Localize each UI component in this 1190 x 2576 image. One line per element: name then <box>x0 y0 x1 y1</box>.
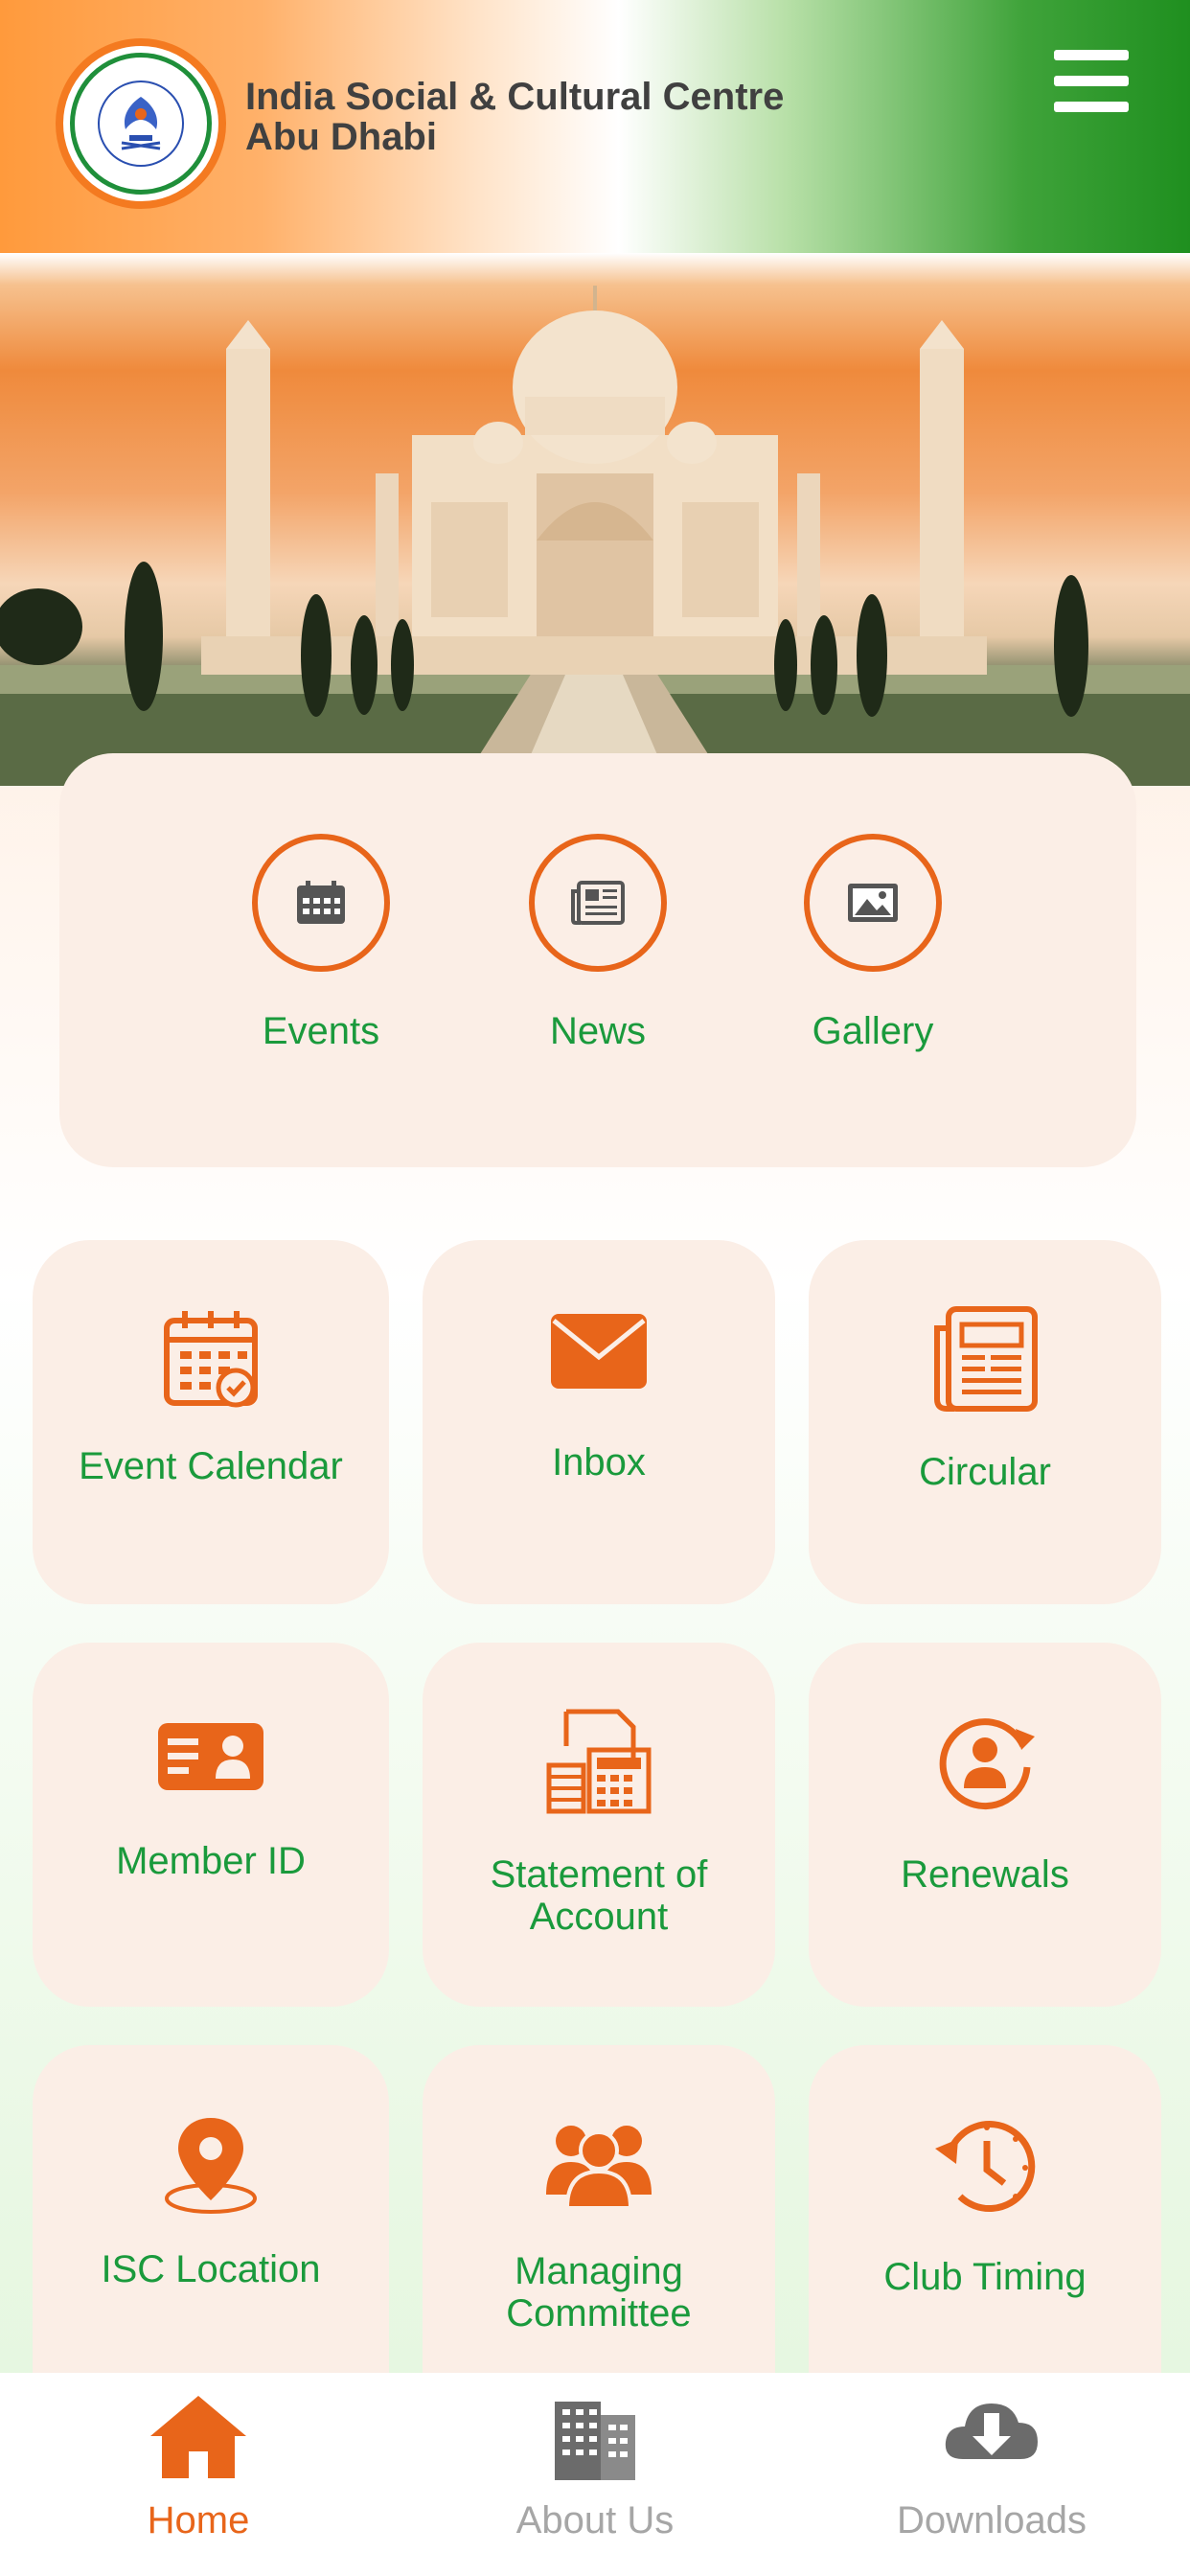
envelope-icon <box>551 1314 647 1389</box>
map-pin-icon <box>165 2118 257 2214</box>
events-circle <box>252 834 390 972</box>
nav-home-label: Home <box>147 2499 250 2542</box>
tile-member-id[interactable]: Member ID <box>33 1643 389 2007</box>
tile-renewals[interactable]: Renewals <box>809 1643 1161 2007</box>
club-timing-label: Club Timing <box>883 2256 1087 2298</box>
tile-isc-location[interactable]: ISC Location <box>33 2045 389 2373</box>
managing-label-line1: Managing <box>515 2250 683 2292</box>
quick-link-events[interactable]: Events <box>196 834 446 1053</box>
isc-logo <box>56 38 226 209</box>
hero-image-taj-mahal <box>0 253 1190 786</box>
member-id-label: Member ID <box>116 1840 306 1882</box>
events-label: Events <box>262 1010 380 1052</box>
image-icon <box>848 884 898 922</box>
nav-downloads-label: Downloads <box>897 2499 1087 2542</box>
managing-committee-label: Managing Committee <box>432 2250 766 2334</box>
statement-of-account-label: Statement of Account <box>432 1853 766 1938</box>
renewal-user-icon <box>939 1718 1035 1810</box>
building-icon <box>555 2402 635 2480</box>
nav-home[interactable]: Home <box>0 2373 397 2576</box>
newspaper-icon <box>571 881 625 925</box>
app-header: India Social & Cultural Centre Abu Dhabi <box>0 0 1190 253</box>
id-card-icon <box>158 1723 263 1790</box>
nav-about-us-label: About Us <box>515 2499 675 2542</box>
cloud-download-icon <box>945 2404 1038 2459</box>
tile-club-timing[interactable]: Club Timing <box>809 2045 1161 2373</box>
statement-label-line1: Statement of <box>490 1853 708 1896</box>
tile-event-calendar[interactable]: Event Calendar <box>33 1240 389 1604</box>
tile-inbox[interactable]: Inbox <box>423 1240 775 1604</box>
home-icon <box>150 2396 246 2478</box>
tile-managing-committee[interactable]: Managing Committee <box>423 2045 775 2373</box>
news-circle <box>529 834 667 972</box>
header-title-line2: Abu Dhabi <box>245 116 437 158</box>
nav-about-us[interactable]: About Us <box>397 2373 793 2576</box>
managing-label-line2: Committee <box>506 2292 692 2334</box>
hamburger-menu-icon[interactable] <box>1054 50 1131 117</box>
event-calendar-icon <box>164 1311 258 1408</box>
circular-label: Circular <box>919 1451 1051 1493</box>
statement-label-line2: Account <box>529 1896 669 1938</box>
tile-statement-of-account[interactable]: Statement of Account <box>423 1643 775 2007</box>
bottom-navigation-bar: Home About Us Downloads <box>0 2373 1190 2576</box>
quick-links-card: Events News Gallery <box>59 753 1136 1167</box>
circular-newspaper-icon <box>934 1306 1038 1412</box>
news-label: News <box>549 1010 647 1052</box>
quick-link-gallery[interactable]: Gallery <box>748 834 997 1053</box>
event-calendar-label: Event Calendar <box>79 1445 343 1487</box>
logo-emblem-icon <box>70 53 212 195</box>
nav-downloads[interactable]: Downloads <box>793 2373 1190 2576</box>
group-users-icon <box>546 2126 652 2210</box>
inbox-label: Inbox <box>552 1441 646 1484</box>
clock-history-icon <box>935 2121 1036 2213</box>
statement-document-icon <box>546 1709 652 1814</box>
calendar-icon <box>297 881 345 924</box>
isc-location-label: ISC Location <box>101 2248 321 2290</box>
header-title: India Social & Cultural Centre Abu Dhabi <box>245 77 784 157</box>
gallery-label: Gallery <box>812 1010 934 1052</box>
tile-circular[interactable]: Circular <box>809 1240 1161 1604</box>
renewals-label: Renewals <box>901 1853 1069 1896</box>
header-title-line1: India Social & Cultural Centre <box>245 76 785 118</box>
quick-link-news[interactable]: News <box>473 834 722 1053</box>
gallery-circle <box>804 834 942 972</box>
